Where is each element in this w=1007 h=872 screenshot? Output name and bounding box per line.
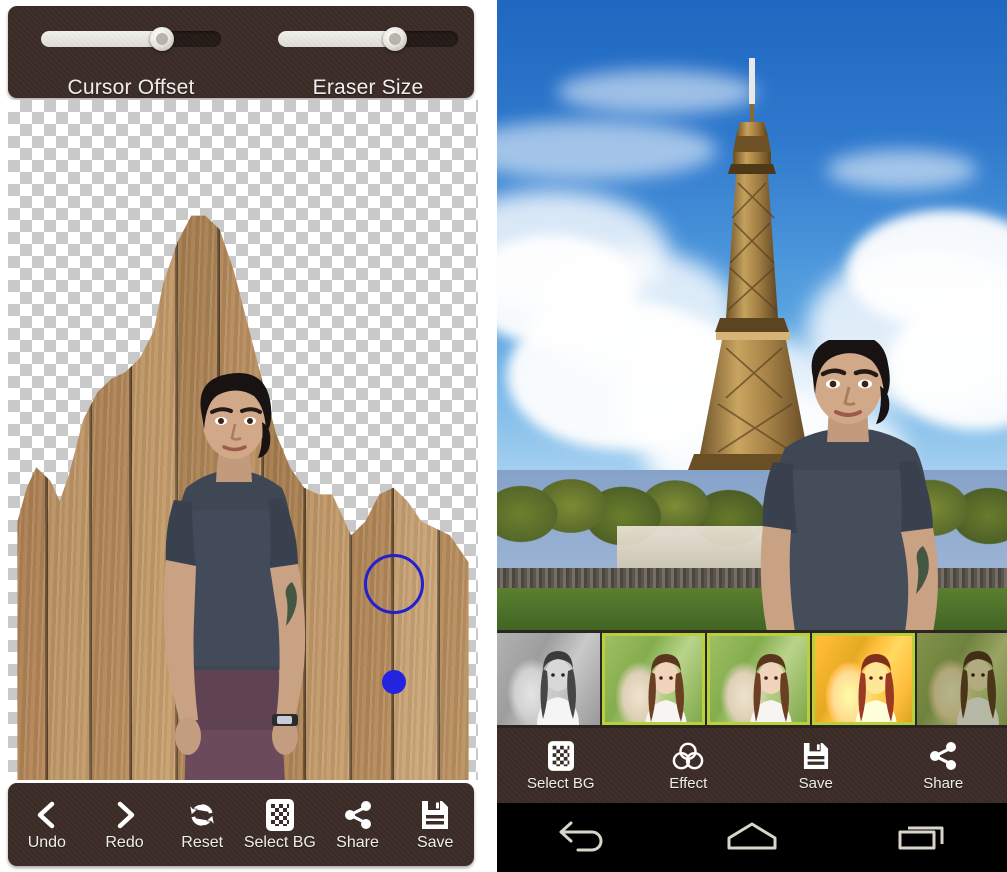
subject-cutout-left bbox=[163, 373, 306, 780]
back-arrow-icon bbox=[556, 818, 608, 857]
subject-cutout-right bbox=[760, 340, 938, 630]
eraser-size-slider[interactable]: Eraser Size bbox=[278, 26, 458, 98]
left-phone-screen: Cursor Offset Eraser Size Undo Redo Rese… bbox=[0, 0, 482, 872]
slider-fill bbox=[278, 31, 395, 47]
effect-thumb-natural[interactable] bbox=[707, 633, 810, 725]
home-icon bbox=[723, 818, 781, 857]
venn-circles-icon bbox=[671, 739, 705, 773]
thumb-girl bbox=[750, 654, 792, 722]
share-button[interactable]: Share bbox=[880, 739, 1007, 792]
thumb-girl bbox=[537, 651, 579, 725]
save-label: Save bbox=[416, 833, 454, 851]
floppy-disk-icon bbox=[418, 798, 452, 832]
panel-gap bbox=[482, 0, 497, 872]
share-label: Share bbox=[923, 775, 964, 792]
undo-button[interactable]: Undo bbox=[8, 798, 86, 852]
top-control-bar: Cursor Offset Eraser Size bbox=[8, 6, 474, 98]
slider-fill bbox=[41, 31, 162, 47]
thumb-girl bbox=[855, 654, 897, 722]
slider-thumb[interactable] bbox=[382, 27, 407, 51]
recents-icon bbox=[896, 818, 948, 857]
select-bg-label: Select BG bbox=[526, 775, 595, 792]
effect-label: Effect bbox=[669, 775, 708, 792]
cursor-offset-label: Cursor Offset bbox=[67, 76, 195, 98]
effect-button[interactable]: Effect bbox=[625, 739, 753, 792]
left-bottom-toolbar: Undo Redo Reset Select BG Share Save bbox=[8, 783, 474, 866]
effects-filmstrip[interactable] bbox=[497, 630, 1007, 728]
eraser-size-label: Eraser Size bbox=[312, 76, 424, 98]
effect-thumb-original[interactable] bbox=[602, 633, 705, 725]
checkerboard-icon bbox=[263, 798, 297, 832]
checkerboard-icon bbox=[544, 739, 578, 773]
select-bg-button[interactable]: Select BG bbox=[241, 798, 319, 852]
nav-back-button[interactable] bbox=[546, 815, 618, 861]
reset-label: Reset bbox=[181, 833, 224, 851]
chevron-right-icon bbox=[108, 798, 142, 832]
nav-recents-button[interactable] bbox=[886, 815, 958, 861]
composite-photo[interactable] bbox=[497, 0, 1007, 630]
thumb-girl bbox=[957, 651, 999, 725]
share-icon bbox=[926, 739, 960, 773]
save-label: Save bbox=[798, 775, 833, 792]
redo-label: Redo bbox=[105, 833, 144, 851]
touch-point-indicator[interactable] bbox=[382, 670, 406, 694]
floppy-disk-icon bbox=[799, 739, 833, 773]
effect-thumb-grayscale[interactable] bbox=[497, 633, 600, 725]
right-phone-screen: Select BG Effect Save Share bbox=[497, 0, 1007, 872]
dual-screenshot: Cursor Offset Eraser Size Undo Redo Rese… bbox=[0, 0, 1007, 872]
save-button[interactable]: Save bbox=[396, 798, 474, 852]
android-navigation-bar bbox=[497, 803, 1007, 872]
effect-thumb-vintage[interactable] bbox=[917, 633, 1007, 725]
undo-label: Undo bbox=[27, 833, 66, 851]
nav-home-button[interactable] bbox=[716, 815, 788, 861]
share-icon bbox=[341, 798, 375, 832]
right-bottom-toolbar: Select BG Effect Save Share bbox=[497, 728, 1007, 803]
refresh-icon bbox=[185, 798, 219, 832]
cursor-offset-slider[interactable]: Cursor Offset bbox=[41, 26, 221, 98]
select-bg-button[interactable]: Select BG bbox=[497, 739, 625, 792]
redo-button[interactable]: Redo bbox=[86, 798, 164, 852]
chevron-left-icon bbox=[30, 798, 64, 832]
thumb-girl bbox=[645, 654, 687, 722]
slider-thumb[interactable] bbox=[149, 27, 174, 51]
share-button[interactable]: Share bbox=[319, 798, 397, 852]
edit-canvas[interactable] bbox=[8, 100, 478, 780]
save-button[interactable]: Save bbox=[752, 739, 880, 792]
eraser-cursor-ring[interactable] bbox=[364, 554, 424, 614]
share-label: Share bbox=[336, 833, 379, 851]
effect-thumb-warm[interactable] bbox=[812, 633, 915, 725]
select-bg-label: Select BG bbox=[243, 833, 316, 851]
reset-button[interactable]: Reset bbox=[163, 798, 241, 852]
